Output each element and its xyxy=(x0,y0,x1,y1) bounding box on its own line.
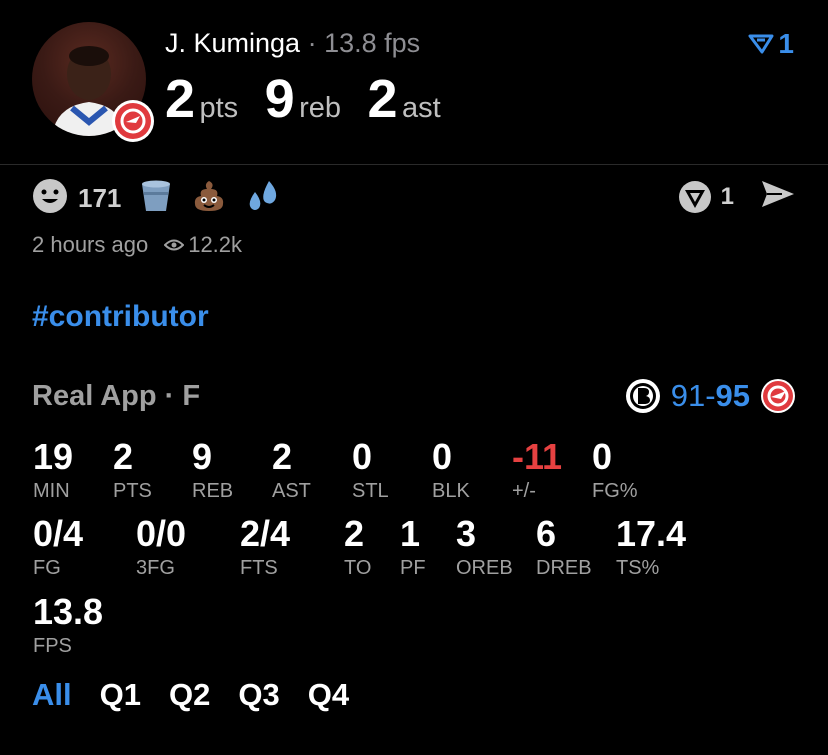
nets-logo-icon xyxy=(625,379,660,413)
stat-label: BLK xyxy=(432,480,470,502)
eye-icon xyxy=(164,239,185,251)
stat-label: OREB xyxy=(456,557,513,579)
game-score[interactable]: 91-95 xyxy=(625,378,796,414)
stat-fg-pct: 0 FG% xyxy=(592,436,638,502)
stat-plus-minus: -11 +/- xyxy=(512,436,563,502)
tab-q3[interactable]: Q3 xyxy=(238,677,279,713)
home-score: 95 xyxy=(715,378,750,413)
stat-ts-pct: 17.4 TS% xyxy=(616,513,687,579)
stat-pts: 2 PTS xyxy=(113,436,152,502)
stat-value: -11 xyxy=(512,436,563,477)
hawks-logo-icon xyxy=(761,379,795,413)
bucket-icon[interactable] xyxy=(139,178,173,219)
views-value: 12.2k xyxy=(188,232,243,257)
vault-count: 1 xyxy=(720,182,734,210)
stat-value: 3 xyxy=(456,513,477,554)
stat-value: 6 xyxy=(536,513,557,554)
stat-value: 0/0 xyxy=(136,513,187,554)
stat-fps: 13.8 FPS xyxy=(33,591,104,657)
stat-label: FG% xyxy=(592,480,638,502)
hawks-logo-icon xyxy=(112,100,154,142)
stat-fg: 0/4 FG xyxy=(33,513,84,579)
ast-label: ast xyxy=(402,92,441,124)
reactions-bar: 171 xyxy=(32,178,281,219)
vault-button[interactable]: 1 xyxy=(677,179,734,215)
stat-label: MIN xyxy=(33,480,70,502)
filter-icon xyxy=(748,34,774,54)
separator: · xyxy=(300,28,325,58)
stat-label: FG xyxy=(33,557,61,579)
filter-button[interactable]: 1 xyxy=(748,28,794,60)
divider xyxy=(0,164,828,165)
stat-value: 2 xyxy=(272,436,293,477)
stat-label: FPS xyxy=(33,635,72,657)
stat-dreb: 6 DREB xyxy=(536,513,592,579)
stat-min: 19 MIN xyxy=(33,436,74,502)
player-fps: 13.8 fps xyxy=(324,28,421,58)
tab-q2[interactable]: Q2 xyxy=(169,677,210,713)
stat-summary: 2 pts 9 reb 2 ast xyxy=(165,68,463,130)
post-time: 2 hours ago xyxy=(32,232,149,257)
sweat-drops-icon[interactable] xyxy=(245,178,281,219)
post-actions: 1 xyxy=(677,178,796,215)
pts-value: 2 xyxy=(165,69,196,129)
stat-label: FTS xyxy=(240,557,278,579)
filter-count: 1 xyxy=(778,28,794,59)
reb-label: reb xyxy=(299,92,342,124)
stat-stl: 0 STL xyxy=(352,436,389,502)
stat-value: 13.8 xyxy=(33,591,104,632)
stat-label: AST xyxy=(272,480,311,502)
stat-value: 17.4 xyxy=(616,513,687,554)
stat-value: 2 xyxy=(344,513,365,554)
player-name-line: J. Kuminga · 13.8 fps xyxy=(165,28,420,59)
stat-label: TO xyxy=(344,557,372,579)
pts-label: pts xyxy=(199,92,239,124)
stat-blk: 0 BLK xyxy=(432,436,470,502)
quarter-tabs: All Q1 Q2 Q3 Q4 xyxy=(32,677,349,713)
stat-to: 2 TO xyxy=(344,513,372,579)
ast-value: 2 xyxy=(367,69,398,129)
game-source: Real App · F xyxy=(32,380,201,412)
smile-icon[interactable] xyxy=(32,178,68,219)
stat-label: REB xyxy=(192,480,234,502)
stat-value: 0/4 xyxy=(33,513,84,554)
stat-value: 19 xyxy=(33,436,74,477)
smile-count: 171 xyxy=(78,183,122,213)
stat-value: 2/4 xyxy=(240,513,291,554)
stat-value: 0 xyxy=(592,436,613,477)
vault-icon xyxy=(678,180,711,213)
stat-label: DREB xyxy=(536,557,592,579)
stat-label: PTS xyxy=(113,480,152,502)
stat-ast: 2 AST xyxy=(272,436,311,502)
stat-label: +/- xyxy=(512,480,536,502)
stat-label: TS% xyxy=(616,557,660,579)
view-count: 12.2k xyxy=(164,232,242,258)
score-dash: - xyxy=(705,378,716,413)
stat-pf: 1 PF xyxy=(400,513,426,579)
away-score: 91 xyxy=(670,378,706,413)
share-icon[interactable] xyxy=(760,178,796,215)
stat-value: 0 xyxy=(352,436,373,477)
stat-3fg: 0/0 3FG xyxy=(136,513,187,579)
stat-value: 9 xyxy=(192,436,213,477)
stat-label: 3FG xyxy=(136,557,175,579)
reb-value: 9 xyxy=(264,69,295,129)
stat-value: 1 xyxy=(400,513,421,554)
tab-all[interactable]: All xyxy=(32,677,72,713)
tab-q4[interactable]: Q4 xyxy=(308,677,349,713)
contributor-tag[interactable]: #contributor xyxy=(32,300,209,334)
player-name[interactable]: J. Kuminga xyxy=(165,28,300,58)
stat-reb: 9 REB xyxy=(192,436,234,502)
stat-label: STL xyxy=(352,480,389,502)
stat-fts: 2/4 FTS xyxy=(240,513,291,579)
stat-value: 0 xyxy=(432,436,453,477)
poop-emoji-icon[interactable] xyxy=(191,178,227,219)
tab-q1[interactable]: Q1 xyxy=(100,677,141,713)
stat-oreb: 3 OREB xyxy=(456,513,513,579)
stat-value: 2 xyxy=(113,436,134,477)
stat-label: PF xyxy=(400,557,426,579)
post-meta: 2 hours ago 12.2k xyxy=(32,232,242,258)
